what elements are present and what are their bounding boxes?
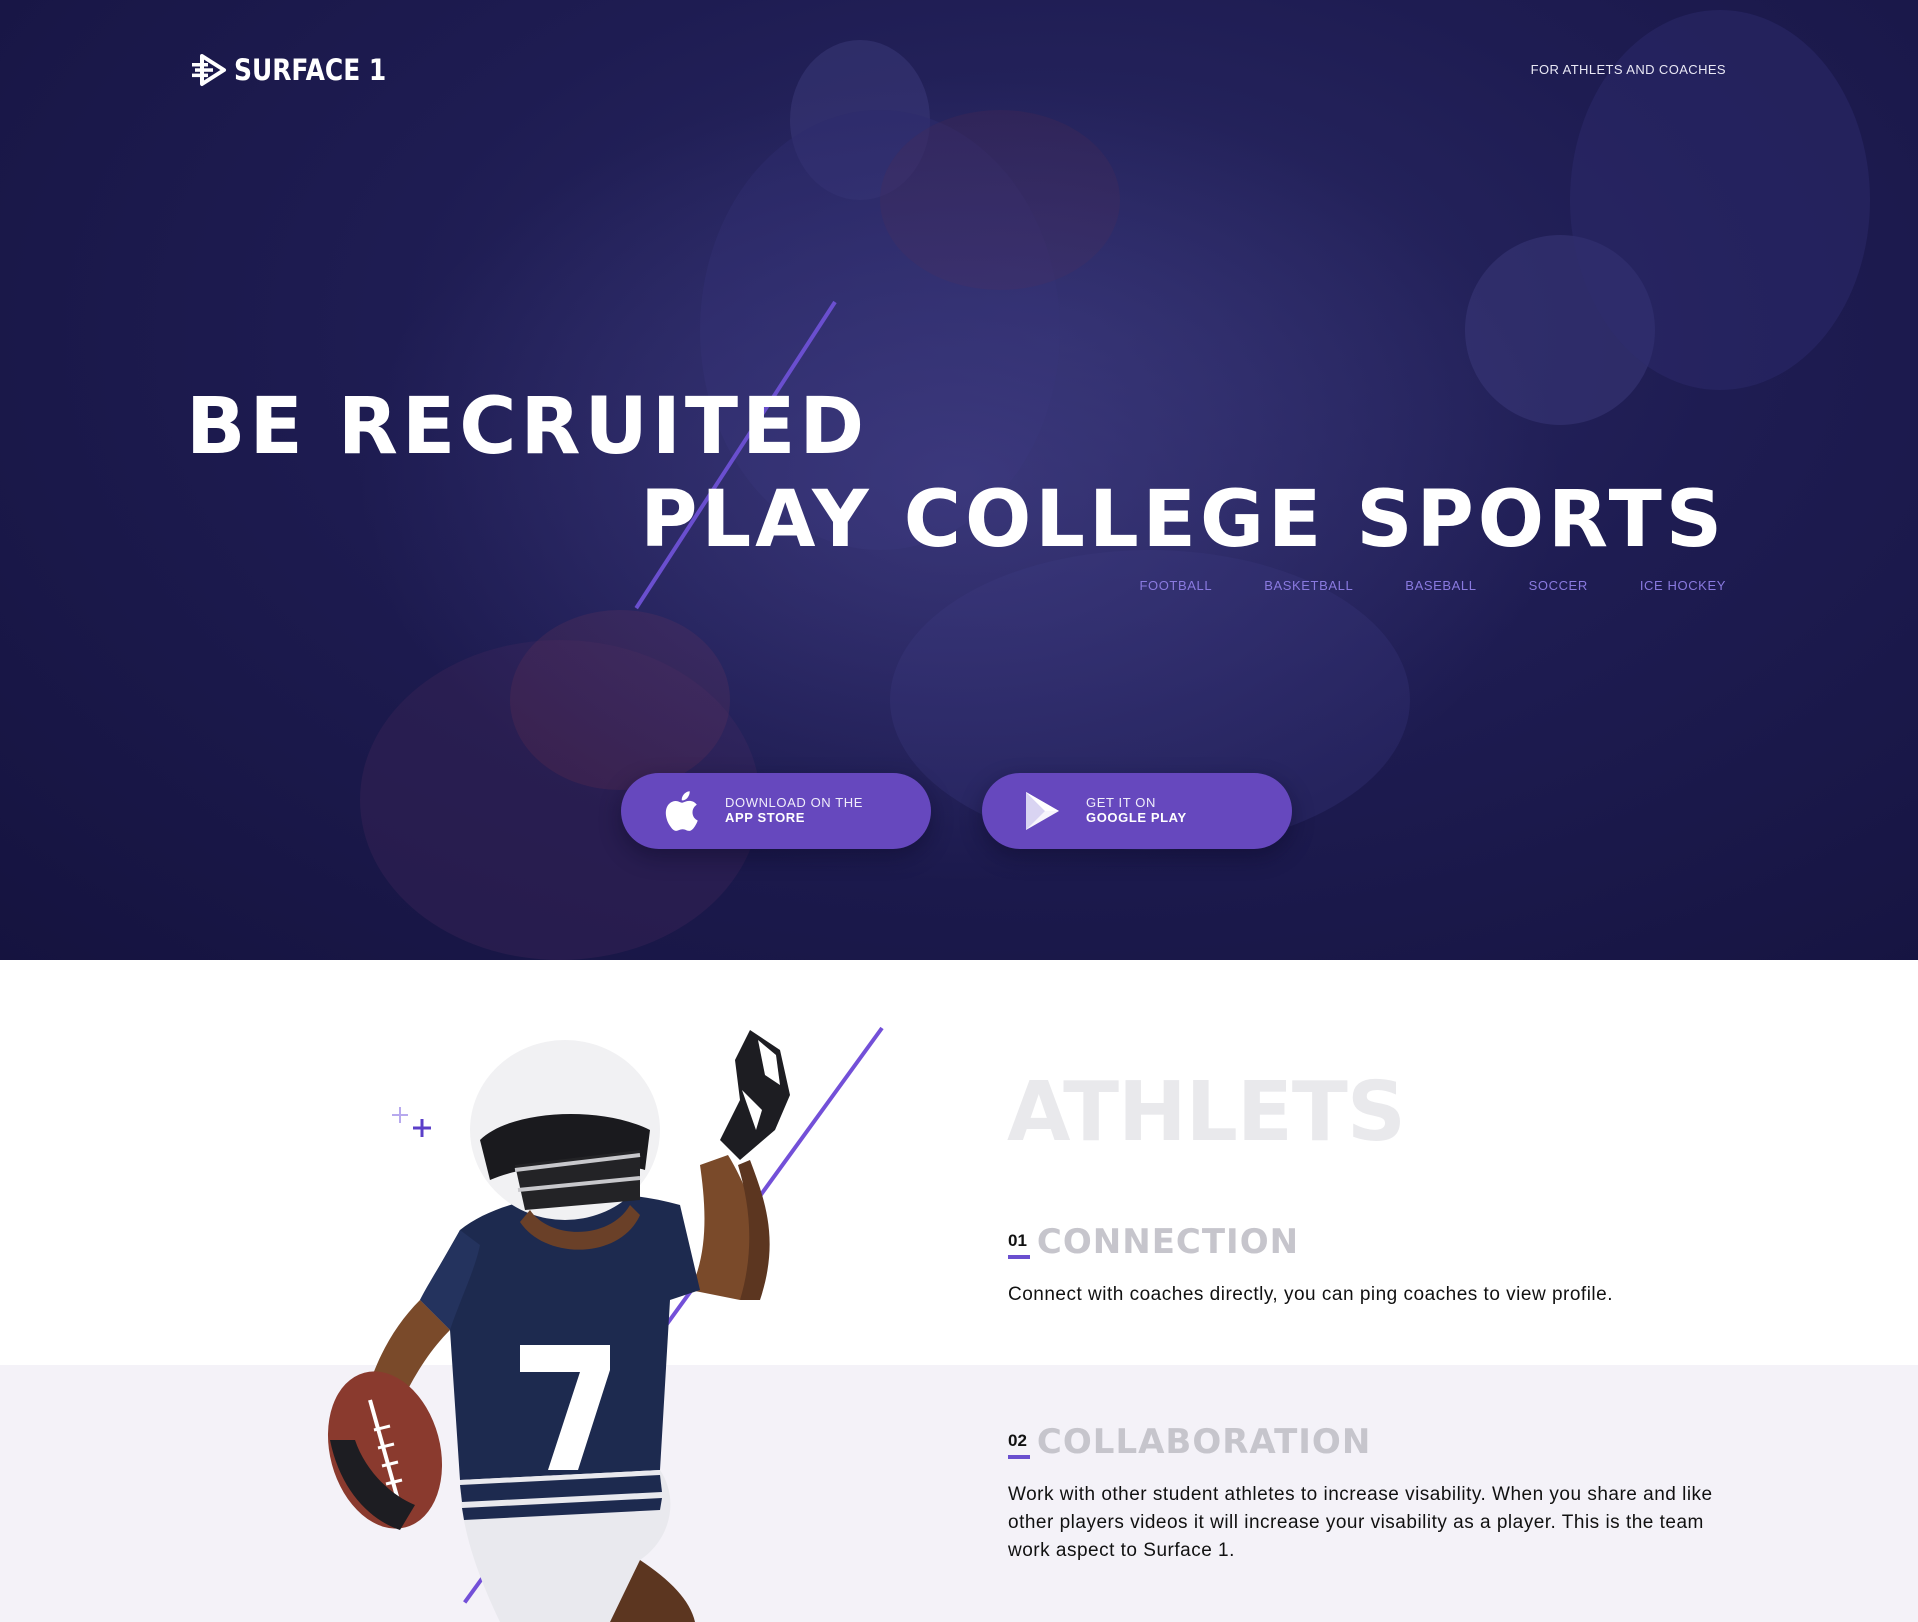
sport-ice-hockey[interactable]: ICE HOCKEY xyxy=(1640,578,1726,593)
athletes-section: ATHLETS 01 CONNECTION Connect with coach… xyxy=(0,960,1918,1622)
feature-title: CONNECTION xyxy=(1036,1222,1300,1262)
football-player-image xyxy=(327,1030,790,1622)
google-play-label: GOOGLE PLAY xyxy=(1086,810,1187,825)
hero-headline-2: PLAY COLLEGE SPORTS xyxy=(640,475,1726,565)
app-store-button[interactable]: DOWNLOAD ON THE APP STORE xyxy=(621,773,931,849)
apple-icon xyxy=(659,789,703,833)
app-store-label: APP STORE xyxy=(725,810,806,825)
hero-section: SURFACE 1 FOR ATHLETS AND COACHES BE REC… xyxy=(0,0,1918,960)
sport-baseball[interactable]: BASEBALL xyxy=(1405,578,1476,593)
feature-description: Work with other student athletes to incr… xyxy=(1008,1484,1713,1561)
hero-headline-1: BE RECRUITED xyxy=(186,382,869,472)
brand-name: SURFACE 1 xyxy=(234,53,387,87)
athletes-title: ATHLETS xyxy=(1007,1065,1406,1160)
sport-football[interactable]: FOOTBALL xyxy=(1139,578,1212,593)
feature-collaboration: 02 COLLABORATION Work with other student… xyxy=(1008,1425,1728,1565)
feature-connection: 01 CONNECTION Connect with coaches direc… xyxy=(1008,1225,1728,1309)
feature-description: Connect with coaches directly, you can p… xyxy=(1008,1284,1614,1305)
header-tagline[interactable]: FOR ATHLETS AND COACHES xyxy=(1531,62,1726,77)
feature-number: 01 xyxy=(1008,1231,1030,1259)
brand-logo[interactable]: SURFACE 1 xyxy=(192,52,411,88)
sport-soccer[interactable]: SOCCER xyxy=(1529,578,1588,593)
google-play-small-label: GET IT ON xyxy=(1086,795,1156,811)
app-store-small-label: DOWNLOAD ON THE xyxy=(725,795,864,811)
sports-list: FOOTBALL BASKETBALL BASEBALL SOCCER ICE … xyxy=(1139,578,1726,593)
sport-basketball[interactable]: BASKETBALL xyxy=(1264,578,1353,593)
google-play-button[interactable]: GET IT ON GOOGLE PLAY xyxy=(982,773,1292,849)
feature-number: 02 xyxy=(1008,1431,1030,1459)
play-icon xyxy=(1020,789,1064,833)
feature-title: COLLABORATION xyxy=(1036,1422,1372,1462)
logo-arrow-icon xyxy=(192,54,226,86)
